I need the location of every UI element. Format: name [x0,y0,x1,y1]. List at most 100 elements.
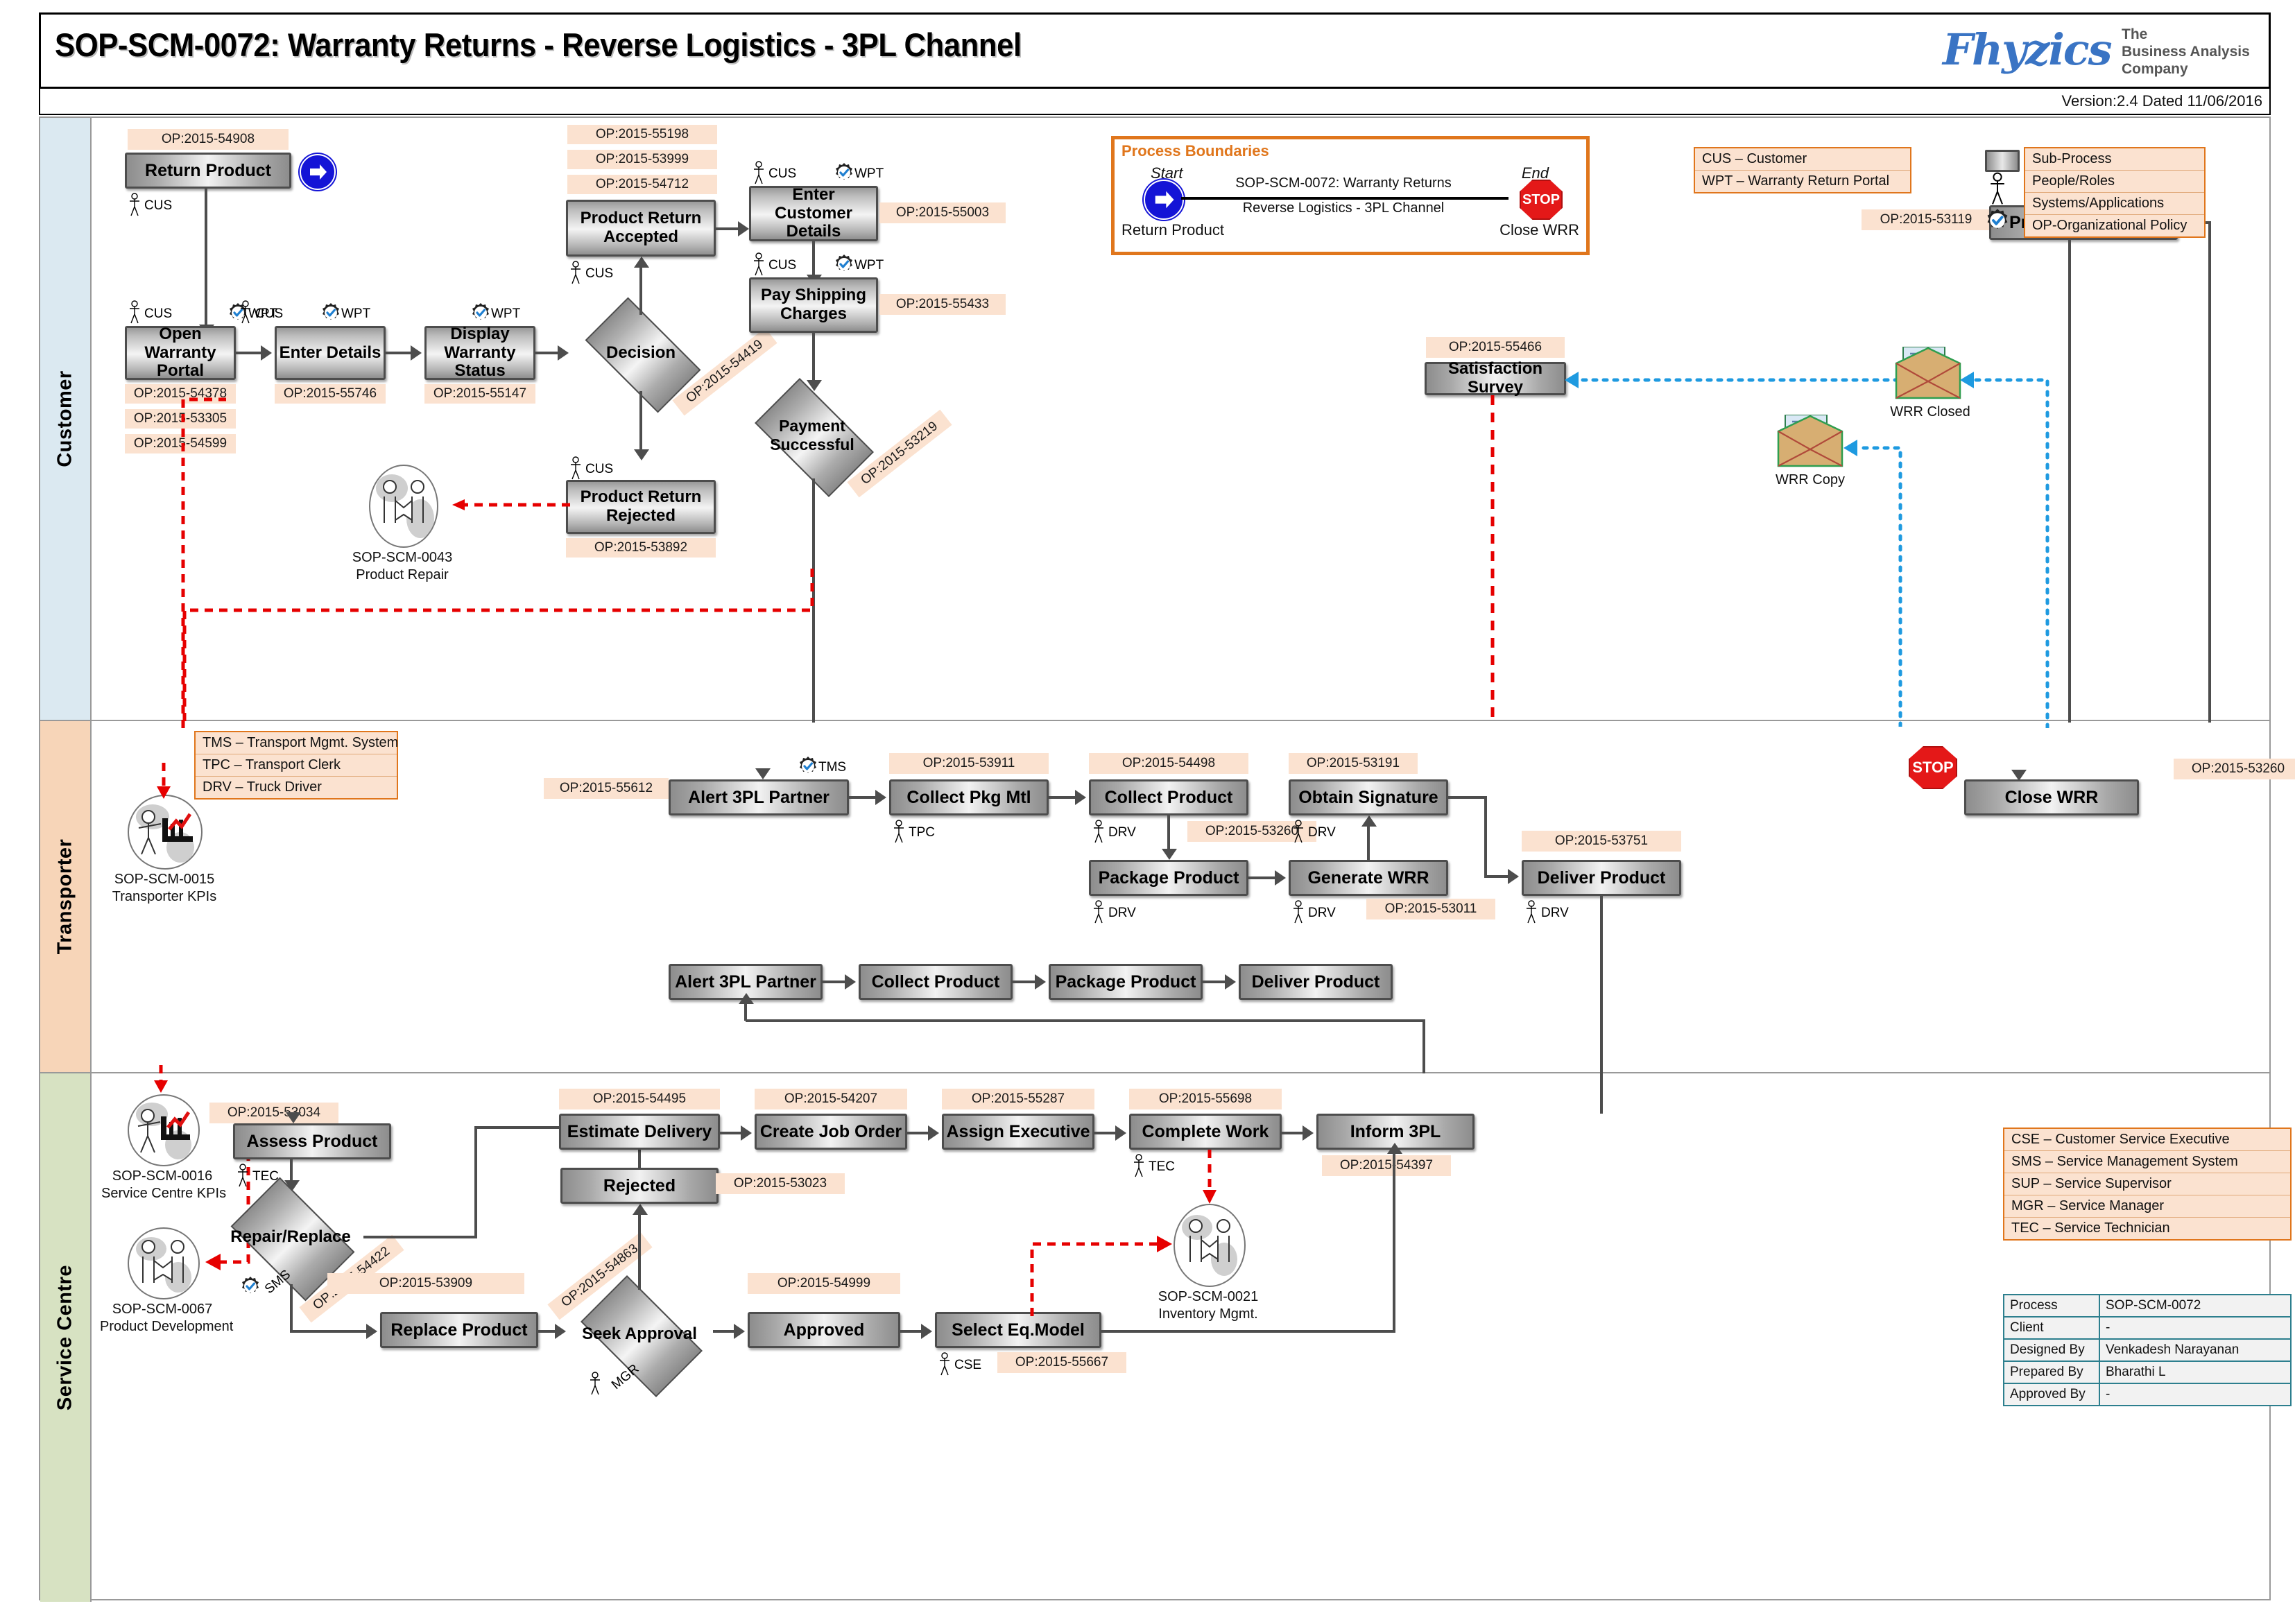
connector-r2-1 [823,981,846,983]
dashed-red-survey-down [1490,395,1495,721]
role-label-cus-rejected: CUS [585,462,614,476]
node-enter-details[interactable]: Enter Details [275,326,386,380]
node-row2-collect-product[interactable]: Collect Product [859,964,1013,1000]
subprocess-shape-icon [1985,150,2020,172]
node-pay-shipping-charges[interactable]: Pay Shipping Charges [749,277,878,333]
person-icon-cus-return [130,193,139,216]
arrow-right-status [411,345,422,361]
op-chip-enter-customer-details: OP:2015-55003 [879,202,1006,223]
decision-node-payment-successful[interactable]: Payment Successful [740,378,884,497]
node-rejected[interactable]: Rejected [560,1168,719,1204]
node-product-return-rejected[interactable]: Product Return Rejected [566,480,716,534]
node-return-product[interactable]: Return Product [125,153,291,189]
node-replace-product[interactable]: Replace Product [380,1312,538,1348]
table-row: Prepared By Bharathi L [2004,1362,2290,1384]
node-generate-wrr[interactable]: Generate WRR [1289,860,1448,896]
node-enter-customer-details[interactable]: Enter Customer Details [749,185,878,241]
person-icon-drv-obtainsig [1293,820,1303,843]
logo-tagline: The Business Analysis Company [2122,26,2250,77]
legend-shape-item-3: OP-Organizational Policy [2032,218,2187,233]
lane-transporter: Transporter TMS – Transport Mgmt. System… [40,721,2295,1073]
legend-service: CSE – Customer Service Executive SMS – S… [2003,1128,2292,1241]
pb-line-text-2: Reverse Logistics - 3PL Channel [1242,200,1445,216]
arrow-up-accepted [634,257,649,268]
gear-icon-wpt-entercd [836,163,852,180]
arrow-right-generatewrr [1275,870,1286,886]
legend-shape-item-2: Systems/Applications [2025,193,2204,215]
node-create-job-order[interactable]: Create Job Order [755,1114,907,1150]
connector-collectpkg-to-collectprod [1049,796,1076,799]
op-chip-accepted-3: OP:2015-54712 [567,175,717,194]
arrow-r2-2 [1035,974,1046,990]
node-satisfaction-survey[interactable]: Satisfaction Survey [1425,359,1566,397]
company-logo: Fhyzics The Business Analysis Company [1943,17,2262,84]
person-icon-tpc-collectpkg [894,820,904,843]
node-estimate-delivery[interactable]: Estimate Delivery [559,1114,720,1150]
legend-transporter-item-0: TMS – Transport Mgmt. System [196,732,398,754]
node-package-product[interactable]: Package Product [1089,860,1248,896]
op-chip-rejected: OP:2015-53892 [566,538,716,558]
node-obtain-signature[interactable]: Obtain Signature [1289,779,1448,815]
connector-inform3pl-vert [1422,1019,1425,1073]
pb-stop-icon: STOP [1520,180,1563,220]
connector-r2-2 [1013,981,1036,983]
node-close-wrr[interactable]: Close WRR [1964,779,2139,815]
info-value-0: SOP-SCM-0072 [2106,1298,2201,1313]
role-label-drv-packageprod: DRV [1108,906,1136,920]
table-row: Designed By Venkadesh Narayanan [2004,1340,2290,1362]
seek-approval-label: Seek Approval [582,1324,697,1343]
connector-inform3pl-to-row2 [746,1019,1425,1022]
arrow-up-obtainsig [1361,815,1377,827]
connector-repair-to-replaceprod [290,1330,368,1333]
arrow-red-into-transporter-kpis [157,763,171,799]
info-key-3: Prepared By [2004,1362,2100,1383]
info-value-2: Venkadesh Narayanan [2106,1342,2240,1357]
arrow-up-rejected-sc [633,1204,648,1215]
gear-icon-wpt-status [472,303,489,320]
op-chip-collect-product: OP:2015-54498 [1089,753,1248,774]
node-collect-product[interactable]: Collect Product [1089,779,1248,815]
role-label-wpt-payship: WPT [854,258,884,273]
pb-start-node-label: Return Product [1121,221,1224,239]
lane-header-transporter: Transporter [40,721,92,1072]
role-label-wpt-details: WPT [341,306,371,321]
op-chip-create-job-order: OP:2015-54207 [755,1089,907,1109]
connector-selecteq-riser [1393,1151,1395,1331]
op-chip-display-status: OP:2015-55147 [424,384,535,404]
node-assign-executive[interactable]: Assign Executive [942,1114,1094,1150]
node-alert-3pl-partner[interactable]: Alert 3PL Partner [669,779,849,815]
legend-customer-item-0: CUS – Customer [1695,148,1910,171]
role-label-drv-collectprod: DRV [1108,825,1136,840]
node-deliver-product[interactable]: Deliver Product [1522,860,1681,896]
node-assess-product[interactable]: Assess Product [233,1123,391,1159]
arrow-down-assessproduct [286,1112,301,1123]
subprocess-caption-transporter-kpis: SOP-SCM-0015 Transporter KPIs [105,871,223,906]
connector-completework-to-inform3pl [1282,1132,1304,1134]
connector-status-to-decision [535,352,559,354]
node-display-warranty-status[interactable]: Display Warranty Status [424,325,535,380]
arrow-right-completework [1115,1125,1126,1141]
subprocess-label-0015: Transporter KPIs [112,889,217,904]
decision-node-seek-approval[interactable]: Seek Approval [566,1275,713,1397]
connector-replaceprod-to-seekapproval [538,1330,556,1333]
op-chip-return-product: OP:2015-54908 [128,129,289,150]
decision-node-decision[interactable]: Decision [570,297,712,413]
node-open-warranty-portal[interactable]: Open Warranty Portal [125,325,236,380]
connector-portal-to-details [236,352,262,354]
decision-node-repair-replace[interactable]: Repair/Replace [218,1177,363,1302]
role-label-cse: CSE [954,1358,982,1372]
node-approved[interactable]: Approved [748,1312,900,1348]
role-label-cus-entercd: CUS [768,166,797,181]
node-row2-deliver-product[interactable]: Deliver Product [1239,964,1393,1000]
node-product-return-accepted[interactable]: Product Return Accepted [566,200,716,257]
legend-service-item-3: MGR – Service Manager [2004,1195,2290,1218]
role-label-wpt-status: WPT [491,306,521,321]
node-row2-package-product[interactable]: Package Product [1049,964,1203,1000]
connector-payship-to-paysuccess [812,333,815,383]
person-icon-cse-selecteq [940,1352,949,1376]
info-value-3: Bharathi L [2106,1365,2166,1379]
node-complete-work[interactable]: Complete Work [1129,1114,1282,1150]
dashed-blue-closewrr-to-wrrclosed [1960,372,2049,728]
logo-wordmark: Fhyzics [1943,24,2113,75]
node-collect-pkg-mtl[interactable]: Collect Pkg Mtl [889,779,1049,815]
